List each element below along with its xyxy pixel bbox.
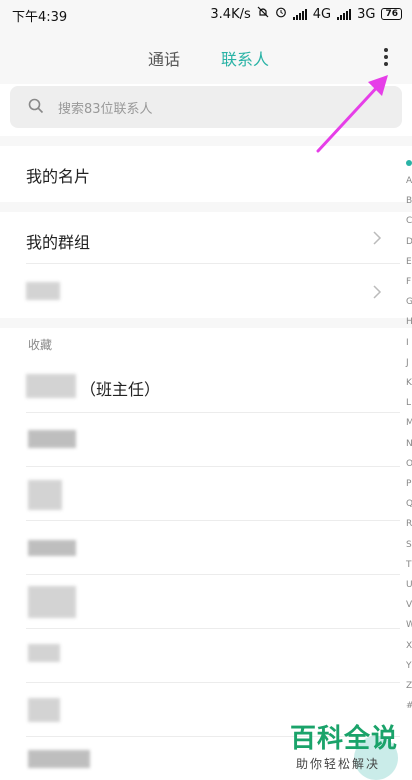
mute-icon xyxy=(257,6,269,22)
my-card-label: 我的名片 xyxy=(26,167,91,186)
status-bar: 下午4:39 3.4K/s 4G 3G 76 xyxy=(0,0,412,28)
signal-icon-2 xyxy=(337,8,352,20)
row-divider xyxy=(26,574,400,575)
index-letter[interactable]: M xyxy=(406,418,412,428)
watermark-title: 百科全说 xyxy=(290,724,399,754)
index-letter[interactable]: X xyxy=(406,641,412,651)
blurred-name xyxy=(28,698,60,722)
blurred-name xyxy=(28,586,76,618)
list-item[interactable] xyxy=(0,414,400,466)
row-divider xyxy=(26,628,400,629)
my-card-row[interactable]: 我的名片 xyxy=(0,146,400,204)
index-letter[interactable]: S xyxy=(406,540,412,550)
index-letter[interactable]: A xyxy=(406,176,412,186)
index-letter[interactable]: Q xyxy=(406,499,412,509)
blurred-name xyxy=(28,750,90,768)
status-time: 下午4:39 xyxy=(12,10,68,25)
index-letter[interactable]: K xyxy=(406,378,412,388)
blurred-name xyxy=(26,374,76,398)
chevron-right-icon xyxy=(372,230,382,250)
signal-icon xyxy=(292,8,307,20)
index-letter[interactable]: P xyxy=(406,479,411,489)
status-indicators: 3.4K/s 4G 3G 76 xyxy=(210,6,402,22)
row-divider xyxy=(26,412,400,413)
net-speed: 3.4K/s xyxy=(210,6,251,22)
index-letter[interactable]: # xyxy=(406,701,412,711)
watermark-logo: 百科全说 助你轻松解决 xyxy=(290,718,398,772)
index-letter[interactable]: O xyxy=(406,459,412,469)
index-letter[interactable]: L xyxy=(406,398,411,408)
tab-contacts[interactable]: 联系人 xyxy=(221,46,269,70)
tab-calls[interactable]: 通话 xyxy=(148,46,180,70)
groups-label: 我的群组 xyxy=(26,233,91,252)
network-type-1: 4G xyxy=(312,6,332,22)
search-placeholder: 搜索83位联系人 xyxy=(58,102,153,117)
list-item[interactable] xyxy=(0,576,400,628)
index-letter[interactable]: D xyxy=(406,237,412,247)
index-letter[interactable]: H xyxy=(406,317,412,327)
section-divider xyxy=(0,136,412,146)
groups-row[interactable]: 我的群组 xyxy=(0,212,400,264)
search-input[interactable]: 搜索83位联系人 xyxy=(10,86,402,128)
favorites-header: 收藏 xyxy=(28,338,53,352)
list-item[interactable] xyxy=(0,468,400,520)
index-letter[interactable]: F xyxy=(406,277,411,287)
row-divider xyxy=(26,682,400,683)
header-tabs: 通话 联系人 xyxy=(0,28,412,84)
section-divider xyxy=(0,202,412,212)
index-letter[interactable]: U xyxy=(406,580,412,590)
index-letter[interactable]: Z xyxy=(406,681,412,691)
index-letter[interactable]: Y xyxy=(406,661,412,671)
index-letter[interactable]: E xyxy=(406,257,412,267)
index-letter[interactable]: V xyxy=(406,600,412,610)
favorites-index-dot[interactable] xyxy=(406,160,412,166)
row-divider xyxy=(26,466,400,467)
index-letter[interactable]: I xyxy=(406,338,409,348)
battery-icon: 76 xyxy=(381,8,402,20)
search-icon xyxy=(28,98,44,118)
row-divider xyxy=(26,520,400,521)
list-item[interactable] xyxy=(0,630,400,682)
alarm-icon xyxy=(275,6,287,22)
blurred-label xyxy=(26,282,60,300)
list-item[interactable] xyxy=(0,522,400,574)
index-letter[interactable]: B xyxy=(406,196,412,206)
blurred-name xyxy=(28,644,60,662)
watermark-subtitle: 助你轻松解决 xyxy=(296,757,381,771)
index-letter[interactable]: N xyxy=(406,439,412,449)
index-letter[interactable]: C xyxy=(406,216,412,226)
list-item[interactable] xyxy=(0,360,400,412)
contact-role: （班主任） xyxy=(80,380,161,399)
obscured-row[interactable] xyxy=(0,264,400,318)
index-letter[interactable]: W xyxy=(406,620,412,630)
chevron-right-icon xyxy=(372,284,382,304)
index-letter[interactable]: R xyxy=(406,519,412,529)
index-letter[interactable]: G xyxy=(406,297,412,307)
index-letter[interactable]: T xyxy=(406,560,412,570)
more-options-icon[interactable] xyxy=(376,40,396,68)
blurred-name xyxy=(28,540,76,556)
network-type-2: 3G xyxy=(357,6,376,22)
section-divider xyxy=(0,318,412,328)
index-letter[interactable]: J xyxy=(406,358,409,368)
blurred-name xyxy=(28,430,76,448)
blurred-name xyxy=(28,480,62,510)
